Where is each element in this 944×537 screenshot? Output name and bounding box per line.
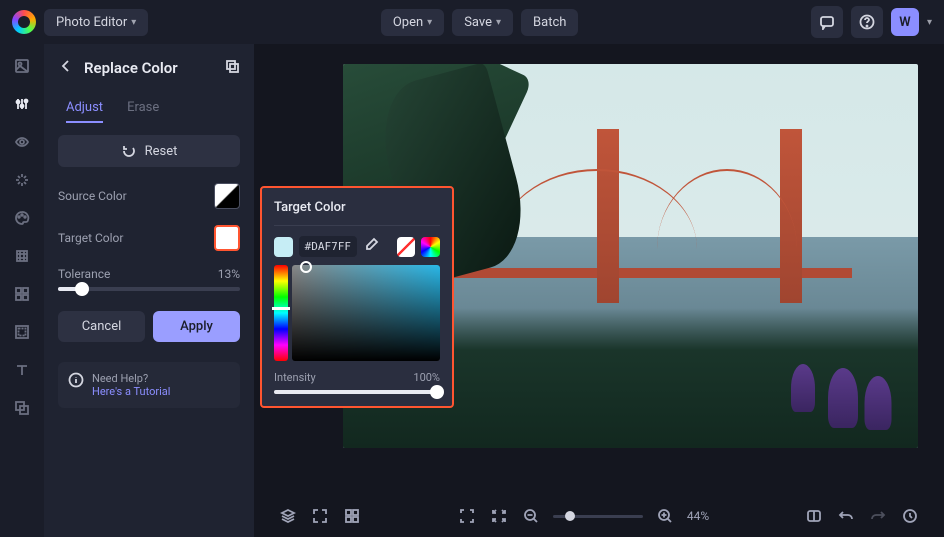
tab-erase[interactable]: Erase bbox=[127, 94, 159, 123]
reset-icon bbox=[121, 143, 137, 159]
source-color-swatch[interactable] bbox=[214, 183, 240, 209]
target-color-swatch[interactable] bbox=[214, 225, 240, 251]
zoom-in-icon[interactable] bbox=[655, 506, 675, 526]
chevron-down-icon: ▾ bbox=[131, 17, 136, 28]
current-color-swatch[interactable] bbox=[274, 237, 293, 257]
tab-adjust[interactable]: Adjust bbox=[66, 94, 103, 123]
fullscreen-icon[interactable] bbox=[457, 506, 477, 526]
back-button[interactable] bbox=[58, 58, 74, 78]
save-label: Save bbox=[464, 15, 492, 30]
target-color-popup: Target Color #DAF7FF Intensity 100% bbox=[260, 186, 454, 408]
grid-icon[interactable] bbox=[342, 506, 362, 526]
intensity-value: 100% bbox=[413, 371, 440, 384]
info-icon bbox=[68, 372, 84, 388]
palette-tool-icon[interactable] bbox=[12, 208, 32, 228]
bottom-toolbar: 44% bbox=[254, 495, 944, 537]
zoom-slider[interactable] bbox=[553, 515, 643, 518]
chevron-down-icon[interactable]: ▾ bbox=[927, 17, 932, 28]
save-button[interactable]: Save ▾ bbox=[452, 9, 513, 36]
help-button[interactable] bbox=[851, 6, 883, 38]
help-tutorial-link[interactable]: Here's a Tutorial bbox=[92, 385, 170, 398]
user-avatar[interactable]: W bbox=[891, 8, 919, 36]
help-question: Need Help? bbox=[92, 372, 170, 385]
zoom-out-icon[interactable] bbox=[521, 506, 541, 526]
chevron-down-icon: ▾ bbox=[496, 17, 501, 28]
adjust-tool-icon[interactable] bbox=[12, 94, 32, 114]
app-logo bbox=[12, 10, 36, 34]
feedback-button[interactable] bbox=[811, 6, 843, 38]
hue-slider[interactable] bbox=[274, 265, 288, 361]
help-icon bbox=[859, 14, 875, 30]
fit-icon[interactable] bbox=[489, 506, 509, 526]
source-color-label: Source Color bbox=[58, 189, 127, 203]
intensity-label: Intensity bbox=[274, 371, 316, 384]
top-bar: Photo Editor ▾ Open ▾ Save ▾ Batch W ▾ bbox=[0, 0, 944, 44]
no-color-swatch[interactable] bbox=[397, 237, 416, 257]
side-panel: Replace Color Adjust Erase Reset Source … bbox=[44, 44, 254, 537]
frame-tool-icon[interactable] bbox=[12, 322, 32, 342]
text-tool-icon[interactable] bbox=[12, 360, 32, 380]
rainbow-swatch[interactable] bbox=[421, 237, 440, 257]
help-box: Need Help? Here's a Tutorial bbox=[58, 362, 240, 408]
app-selector-label: Photo Editor bbox=[56, 15, 127, 30]
apply-button[interactable]: Apply bbox=[153, 311, 240, 342]
avatar-letter: W bbox=[899, 15, 910, 30]
redo-icon[interactable] bbox=[868, 506, 888, 526]
reset-button[interactable]: Reset bbox=[58, 135, 240, 167]
eyedropper-button[interactable] bbox=[363, 237, 379, 257]
undo-icon[interactable] bbox=[836, 506, 856, 526]
target-color-label: Target Color bbox=[58, 231, 123, 245]
panel-title: Replace Color bbox=[84, 59, 214, 77]
expand-icon[interactable] bbox=[310, 506, 330, 526]
chat-icon bbox=[819, 14, 835, 30]
open-button[interactable]: Open ▾ bbox=[381, 9, 444, 36]
eye-tool-icon[interactable] bbox=[12, 132, 32, 152]
cancel-button[interactable]: Cancel bbox=[58, 311, 145, 342]
layers-tool-icon[interactable] bbox=[12, 398, 32, 418]
hex-input[interactable]: #DAF7FF bbox=[299, 236, 357, 257]
tolerance-label: Tolerance bbox=[58, 267, 110, 281]
crop-tool-icon[interactable] bbox=[12, 246, 32, 266]
reset-label: Reset bbox=[145, 144, 178, 159]
layers-icon[interactable] bbox=[278, 506, 298, 526]
app-selector[interactable]: Photo Editor ▾ bbox=[44, 9, 148, 36]
image-tool-icon[interactable] bbox=[12, 56, 32, 76]
elements-tool-icon[interactable] bbox=[12, 284, 32, 304]
tolerance-value: 13% bbox=[218, 267, 240, 281]
history-icon[interactable] bbox=[900, 506, 920, 526]
zoom-percent: 44% bbox=[687, 509, 709, 523]
open-label: Open bbox=[393, 15, 423, 30]
batch-label: Batch bbox=[533, 15, 566, 30]
tolerance-slider[interactable] bbox=[58, 287, 240, 291]
effects-tool-icon[interactable] bbox=[12, 170, 32, 190]
canvas-area: Target Color #DAF7FF Intensity 100% bbox=[254, 44, 944, 537]
chevron-down-icon: ▾ bbox=[427, 17, 432, 28]
copy-icon[interactable] bbox=[224, 58, 240, 78]
left-rail bbox=[0, 44, 44, 537]
popup-title: Target Color bbox=[274, 200, 440, 226]
batch-button[interactable]: Batch bbox=[521, 9, 578, 36]
intensity-slider[interactable] bbox=[274, 390, 440, 394]
saturation-value-picker[interactable] bbox=[292, 265, 440, 361]
compare-icon[interactable] bbox=[804, 506, 824, 526]
